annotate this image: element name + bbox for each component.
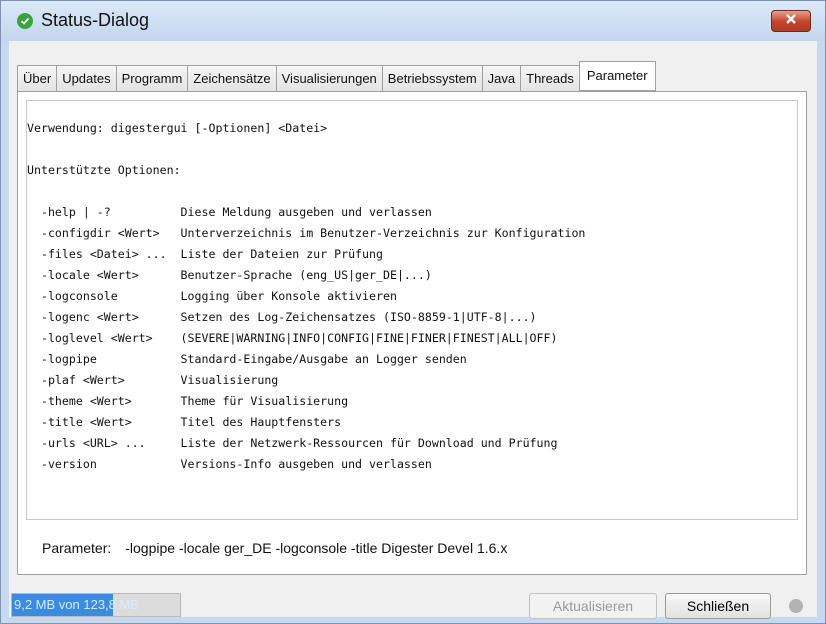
usage-text-line: -version Versions-Info ausgeben und verl…: [27, 457, 432, 471]
tab-programm[interactable]: Programm: [115, 65, 188, 91]
usage-text-line: -theme <Wert> Theme für Visualisierung: [27, 394, 349, 408]
usage-text-line: -configdir <Wert> Unterverzeichnis im Be…: [27, 226, 586, 240]
bottom-bar: 9,2 MB von 123,8 MB Aktualisieren Schlie…: [9, 581, 817, 619]
close-icon: [785, 12, 797, 30]
tab-ueber[interactable]: Über: [17, 65, 57, 91]
usage-text-line: -plaf <Wert> Visualisierung: [27, 373, 279, 387]
usage-text-line: Verwendung: digestergui [-Optionen] <Dat…: [27, 121, 328, 135]
memory-indicator[interactable]: 9,2 MB von 123,8 MB: [11, 593, 181, 617]
check-circle-icon: [17, 13, 33, 29]
usage-text-line: -logpipe Standard-Eingabe/Ausgabe an Log…: [27, 352, 467, 366]
dialog-client-area: Über Updates Programm Zeichensätze Visualisi…: [9, 41, 817, 619]
usage-text-line: -loglevel <Wert> (SEVERE|WARNING|INFO|CO…: [27, 331, 558, 345]
status-dialog-window: Status-Dialog Über Updates Programm Zeichen…: [0, 0, 826, 624]
tab-threads[interactable]: Threads: [520, 65, 579, 91]
usage-text-line: -urls <URL> ... Liste der Netzwerk-Resso…: [27, 436, 558, 450]
tab-bar: Über Updates Programm Zeichensätze Visualisi…: [17, 61, 656, 91]
tab-zeichensaetze[interactable]: Zeichensätze: [187, 65, 276, 91]
refresh-button[interactable]: Aktualisieren: [529, 593, 657, 619]
tab-updates[interactable]: Updates: [56, 65, 116, 91]
usage-text-line: -help | -? Diese Meldung ausgeben und ve…: [27, 205, 432, 219]
tab-java[interactable]: Java: [481, 65, 521, 91]
usage-text-line: -logconsole Logging über Konsole aktivie…: [27, 289, 397, 303]
tab-betriebssystem[interactable]: Betriebssystem: [381, 65, 482, 91]
usage-text-line: -locale <Wert> Benutzer-Sprache (eng_US|…: [27, 268, 432, 282]
usage-text-line: -files <Datei> ... Liste der Dateien zur…: [27, 247, 383, 261]
tab-panel-parameter: Verwendung: digestergui [-Optionen] <Dat…: [17, 91, 807, 575]
usage-text-line: [27, 181, 797, 202]
usage-text-line: [27, 139, 797, 160]
tab-visualisierungen[interactable]: Visualisierungen: [275, 65, 382, 91]
parameter-row: Parameter: -logpipe -locale ger_DE -logc…: [26, 532, 798, 564]
window-title: Status-Dialog: [41, 10, 150, 30]
tab-parameter[interactable]: Parameter: [578, 61, 656, 91]
close-button[interactable]: Schließen: [665, 593, 771, 619]
parameter-value: -logpipe -locale ger_DE -logconsole -tit…: [125, 540, 508, 556]
close-window-button[interactable]: [771, 10, 811, 32]
usage-text-line: -title <Wert> Titel des Hauptfensters: [27, 415, 342, 429]
title-bar[interactable]: Status-Dialog: [1, 1, 825, 41]
usage-text-line: Unterstützte Optionen:: [27, 163, 181, 177]
parameter-label: Parameter:: [42, 540, 112, 556]
usage-text-area[interactable]: Verwendung: digestergui [-Optionen] <Dat…: [26, 100, 798, 520]
memory-usage-text: 9,2 MB von 123,8 MB: [14, 597, 140, 612]
status-indicator-icon: [789, 599, 803, 613]
usage-text-line: -logenc <Wert> Setzen des Log-Zeichensat…: [27, 310, 537, 324]
